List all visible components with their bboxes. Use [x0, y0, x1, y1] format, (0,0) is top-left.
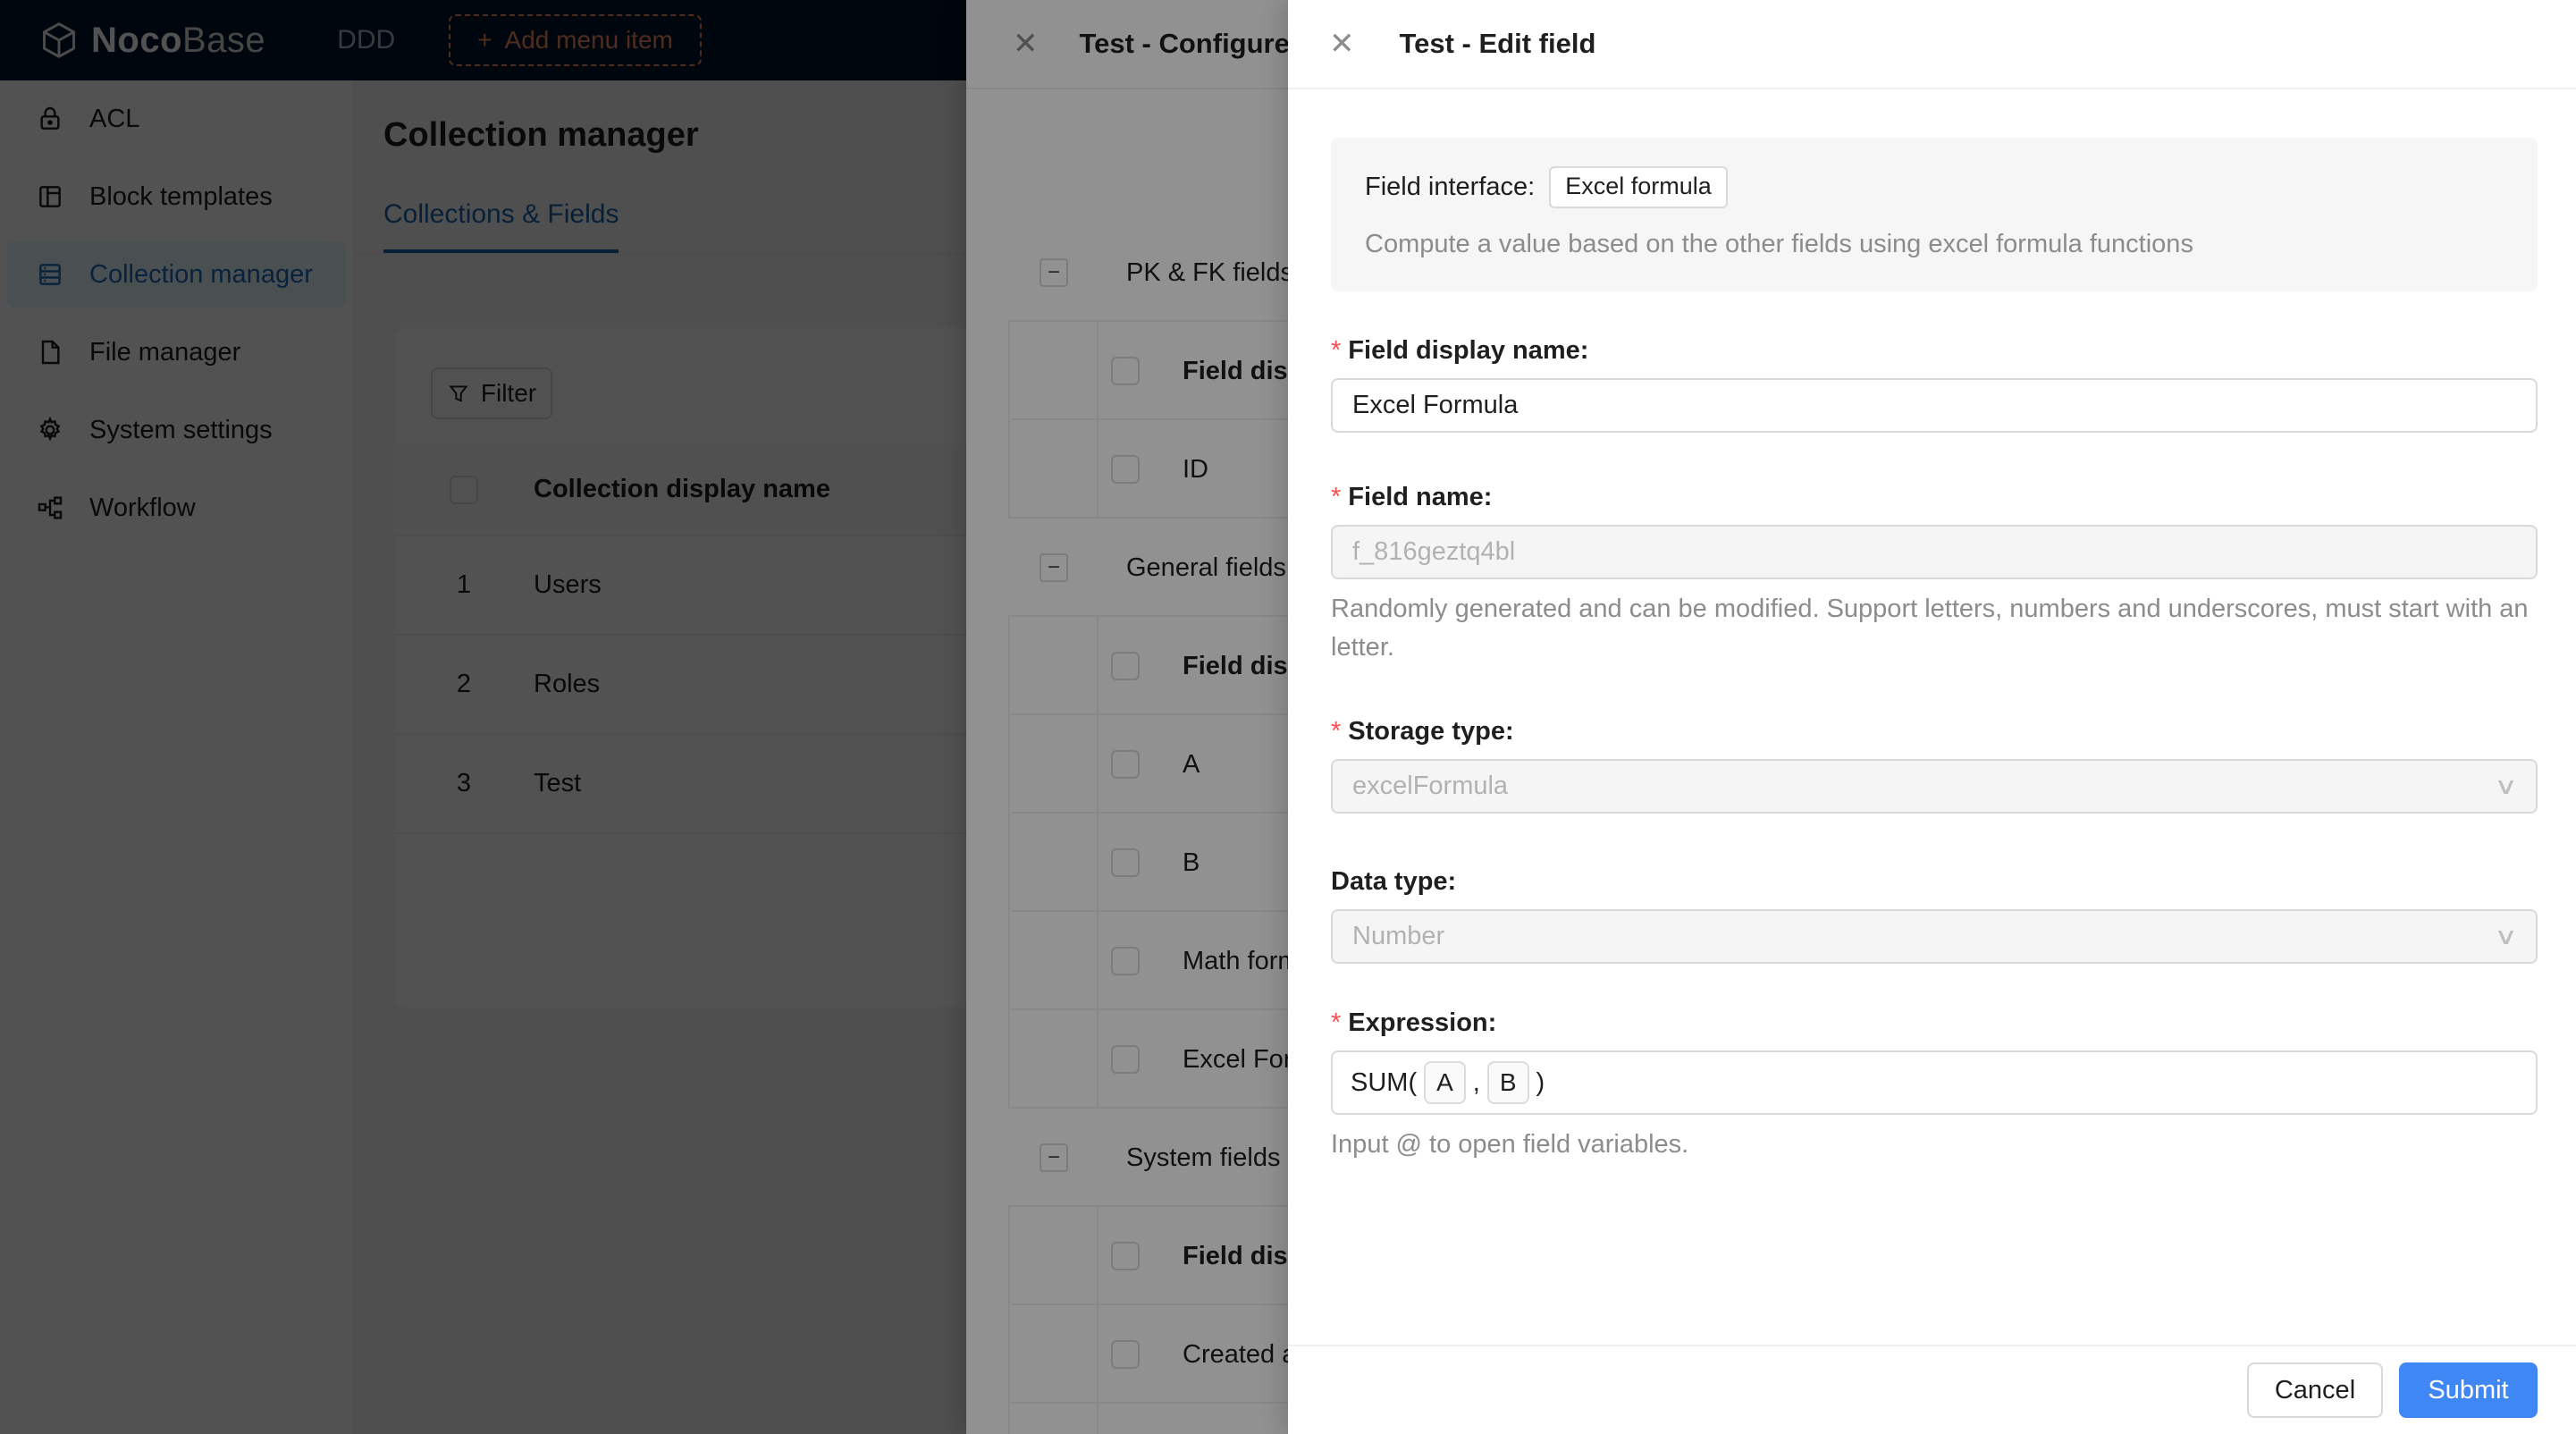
- field-interface-label: Field interface:: [1365, 173, 1535, 202]
- drawer2-header: ✕ Test - Edit field: [1288, 0, 2576, 89]
- chevron-down-icon: ∨: [2494, 772, 2518, 800]
- required-mark: *: [1331, 483, 1341, 512]
- required-mark: *: [1331, 1008, 1341, 1038]
- required-mark: *: [1331, 336, 1341, 366]
- form-item-storage-type: * Storage type: excelFormula ∨: [1331, 717, 2538, 814]
- required-mark: *: [1331, 717, 1341, 747]
- expression-suffix: ): [1536, 1068, 1545, 1098]
- field-name-input: f_816geztq4bl: [1331, 525, 2538, 579]
- expression-variable-tag-a[interactable]: A: [1424, 1061, 1466, 1104]
- edit-field-drawer: ✕ Test - Edit field Field interface: Exc…: [1288, 0, 2576, 1434]
- drawer2-footer: Cancel Submit: [1288, 1345, 2576, 1434]
- storage-type-label: Storage type:: [1348, 717, 1513, 747]
- expression-help-text: Input @ to open field variables.: [1331, 1126, 2538, 1164]
- field-interface-description: Compute a value based on the other field…: [1365, 230, 2504, 259]
- form-item-data-type: Data type: Number ∨: [1331, 867, 2538, 964]
- data-type-label: Data type:: [1331, 867, 1456, 897]
- data-type-select: Number ∨: [1331, 909, 2538, 964]
- cancel-button[interactable]: Cancel: [2247, 1362, 2383, 1418]
- field-interface-tag: Excel formula: [1549, 166, 1728, 208]
- storage-type-select: excelFormula ∨: [1331, 759, 2538, 814]
- data-type-value: Number: [1352, 922, 1444, 951]
- drawer2-title: Test - Edit field: [1400, 28, 1596, 60]
- expression-prefix: SUM(: [1351, 1068, 1417, 1098]
- form-item-field-name: * Field name: f_816geztq4bl Randomly gen…: [1331, 483, 2538, 667]
- storage-type-value: excelFormula: [1352, 772, 1508, 801]
- expression-editor[interactable]: SUM( A , B ): [1331, 1050, 2538, 1115]
- form-item-field-display-name: * Field display name:: [1331, 336, 2538, 433]
- form-item-expression: * Expression: SUM( A , B ) Input @ to op…: [1331, 1008, 2538, 1164]
- expression-variable-tag-b[interactable]: B: [1487, 1061, 1529, 1104]
- expression-label: Expression:: [1348, 1008, 1496, 1038]
- close-icon[interactable]: ✕: [1329, 29, 1355, 59]
- field-display-name-label: Field display name:: [1348, 336, 1588, 366]
- field-display-name-input[interactable]: [1331, 378, 2538, 433]
- field-name-label: Field name:: [1348, 483, 1492, 512]
- chevron-down-icon: ∨: [2494, 923, 2518, 950]
- submit-button[interactable]: Submit: [2399, 1362, 2538, 1418]
- field-interface-panel: Field interface: Excel formula Compute a…: [1331, 138, 2538, 291]
- edit-field-form: Field interface: Excel formula Compute a…: [1288, 91, 2576, 1345]
- field-name-help-text: Randomly generated and can be modified. …: [1331, 590, 2538, 667]
- expression-comma: ,: [1473, 1068, 1480, 1098]
